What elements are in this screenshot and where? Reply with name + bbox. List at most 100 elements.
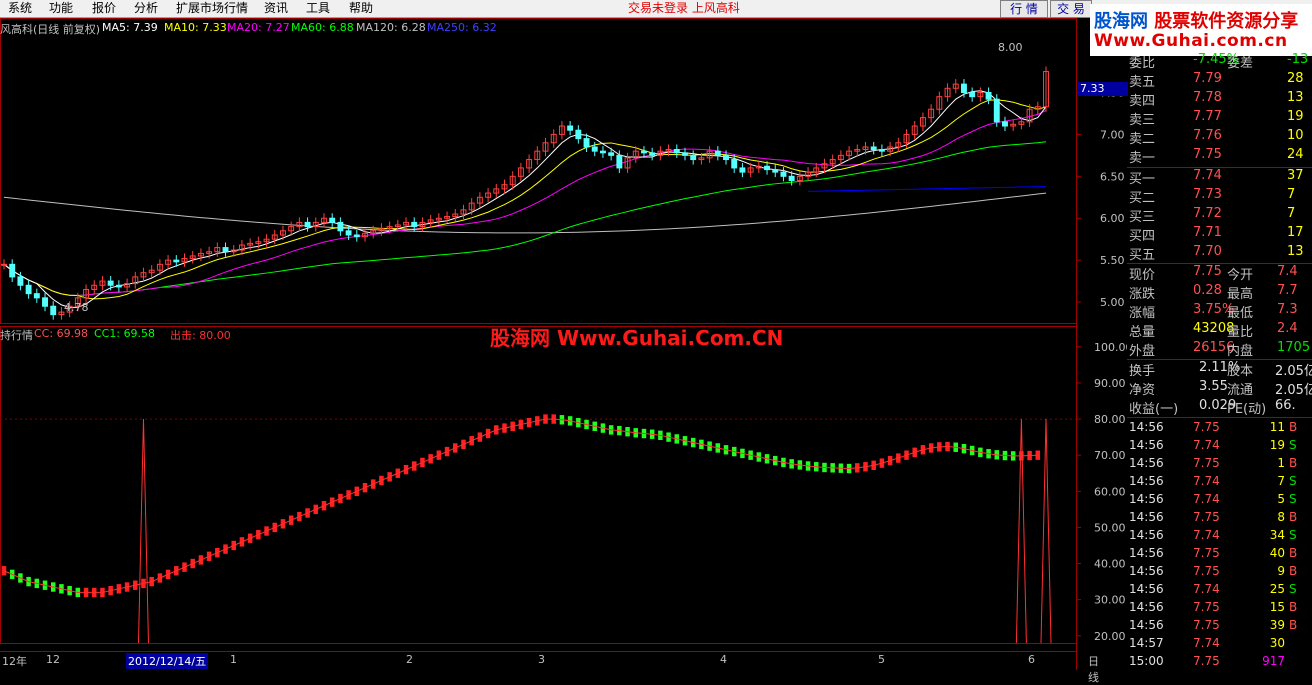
tick-row: 14:56 7.75 15 B	[1127, 600, 1312, 618]
ind-axis-label: 90.00	[1094, 377, 1126, 390]
candle-body	[764, 165, 771, 171]
tick-volume: 39	[1269, 618, 1285, 632]
tick-time: 14:56	[1129, 546, 1164, 560]
candle-body	[969, 91, 976, 98]
menu-help[interactable]: 帮助	[349, 0, 373, 17]
candle-body	[731, 159, 738, 169]
current-price-marker: 7.33	[1078, 82, 1128, 96]
candle-body	[788, 175, 795, 181]
tick-volume: 34	[1269, 528, 1285, 542]
candle-body	[1002, 121, 1008, 127]
stat-value: 7.4	[1277, 264, 1298, 279]
stat-value: 7.7	[1277, 283, 1298, 298]
menu-extended-market[interactable]: 扩展市场行情	[176, 0, 248, 17]
x-tick: 12年	[2, 655, 27, 668]
tick-time: 14:56	[1129, 438, 1164, 452]
ind-axis-label: 20.00	[1094, 630, 1126, 643]
candle-body	[345, 230, 352, 236]
candle-body	[567, 125, 574, 131]
exit-spike	[1040, 419, 1052, 644]
ask-volume: 10	[1287, 128, 1304, 143]
ind-axis-label: 70.00	[1094, 449, 1126, 462]
bid-row: 买四 7.71 17	[1127, 225, 1312, 244]
candle-body	[870, 146, 877, 150]
period-daily[interactable]: 日线	[1088, 653, 1099, 685]
tick-row: 14:56 7.75 1 B	[1127, 456, 1312, 474]
stat-label: 总量	[1129, 325, 1156, 340]
ask-volume: 13	[1287, 90, 1304, 105]
ask-row: 卖三 7.77 19	[1127, 109, 1312, 128]
bid-row: 买一 7.74 37	[1127, 168, 1312, 187]
stat-label: 外盘	[1129, 344, 1156, 359]
ind-axis-label: 40.00	[1094, 558, 1126, 571]
fin-row: 净资 3.55 流通 2.05亿	[1127, 379, 1312, 398]
candle-body	[780, 171, 787, 177]
logo-name: 股海网	[1094, 11, 1148, 32]
tick-volume: 7	[1277, 474, 1285, 488]
candle-body	[575, 129, 582, 140]
candle-body	[714, 150, 721, 156]
candle-body	[353, 234, 360, 238]
quote-panel: 委比 -7.45% 委差 -13 卖五 7.79 28 卖四 7.78 13 卖三 …	[1127, 52, 1312, 670]
stat-label: 量比	[1227, 325, 1254, 340]
tick-volume: 8	[1277, 510, 1285, 524]
ind-axis-label: 100.00	[1094, 341, 1127, 354]
bid-label: 买四	[1129, 229, 1156, 244]
ma120-line	[3, 192, 1047, 234]
tick-row: 14:56 7.75 39 B	[1127, 618, 1312, 636]
tick-price: 7.74	[1193, 528, 1220, 542]
tick-side: B	[1289, 600, 1298, 614]
menu-system[interactable]: 系统	[8, 0, 32, 17]
stat-label: 现价	[1129, 268, 1156, 283]
tick-price: 7.75	[1193, 546, 1220, 560]
ask-label: 卖三	[1129, 113, 1156, 128]
x-tick: 12	[46, 653, 60, 666]
tab-market[interactable]: 行 情	[1000, 0, 1048, 18]
tick-row: 14:56 7.74 25 S	[1127, 582, 1312, 600]
logo-slogan: 股票软件资源分享	[1154, 11, 1299, 32]
tick-volume: 9	[1277, 564, 1285, 578]
indicator-title: 持行情	[0, 329, 33, 342]
stat-value: 7.3	[1277, 302, 1298, 317]
price-axis-label: 5.00	[1100, 296, 1125, 309]
menu-function[interactable]: 功能	[49, 0, 73, 17]
tick-price: 7.75	[1193, 456, 1220, 470]
price-axis-label: 7.00	[1100, 128, 1125, 141]
menu-quote[interactable]: 报价	[92, 0, 116, 17]
bid-volume: 7	[1287, 187, 1296, 202]
tick-side: S	[1289, 582, 1297, 596]
ask-price: 7.78	[1193, 90, 1222, 105]
tick-side: S	[1289, 528, 1297, 542]
tab-trade[interactable]: 交 易	[1050, 0, 1092, 18]
candle-body	[304, 221, 311, 228]
ask-price: 7.76	[1193, 128, 1222, 143]
ma5-label: MA5: 7.39	[102, 21, 158, 34]
tick-volume: 5	[1277, 492, 1285, 506]
watermark: 股海网 Www.Guhai.Com.CN	[490, 326, 784, 350]
candle-body	[173, 259, 180, 263]
tick-time: 14:57	[1129, 636, 1164, 650]
candle-body	[616, 154, 623, 169]
stat-row: 涨幅 3.75% 最低 7.3	[1127, 302, 1312, 321]
candle-body	[337, 221, 344, 232]
bid-price: 7.70	[1193, 244, 1222, 259]
bid-price: 7.74	[1193, 168, 1222, 183]
candle-body	[1, 263, 7, 266]
menu-news[interactable]: 资讯	[264, 0, 288, 17]
ask-price: 7.75	[1193, 147, 1222, 162]
ask-price: 7.79	[1193, 71, 1222, 86]
ind-axis-label: 60.00	[1094, 485, 1126, 498]
ind-axis-label: 80.00	[1094, 413, 1126, 426]
ask-row: 卖四 7.78 13	[1127, 90, 1312, 109]
ma250-line	[808, 186, 1047, 192]
order-ratio-row: 委比 -7.45% 委差 -13	[1127, 52, 1312, 71]
stat-label: 最高	[1227, 287, 1254, 302]
ask-label: 卖一	[1129, 151, 1156, 166]
bid-label: 买一	[1129, 172, 1156, 187]
tick-side: S	[1289, 438, 1297, 452]
bid-label: 买二	[1129, 191, 1156, 206]
menu-analysis[interactable]: 分析	[134, 0, 158, 17]
stat-label: 今开	[1227, 268, 1254, 283]
menu-tools[interactable]: 工具	[306, 0, 330, 17]
tick-side: B	[1289, 564, 1298, 578]
